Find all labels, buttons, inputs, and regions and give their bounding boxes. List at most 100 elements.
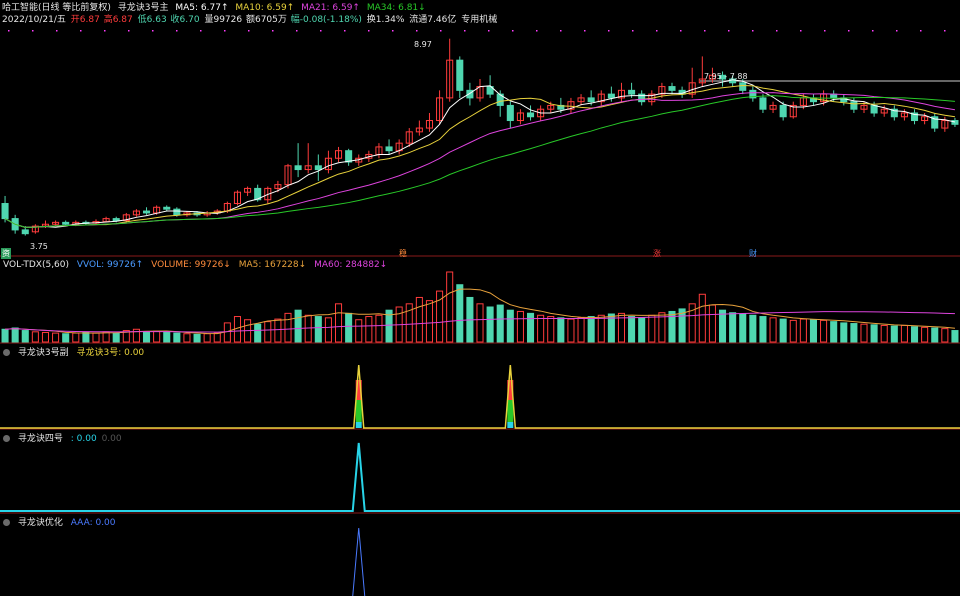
volume-bar [648, 314, 656, 343]
volume-ma60-value: MA60: 284882↓ [314, 260, 388, 270]
volume-bar [749, 314, 757, 343]
top-dot [272, 30, 274, 32]
top-dot [728, 30, 730, 32]
top-dot [248, 30, 250, 32]
volume-bar [193, 333, 201, 343]
panel5-value: AAA: 0.00 [70, 518, 116, 528]
top-dot [416, 30, 418, 32]
top-dot [560, 30, 562, 32]
candle-body [739, 82, 747, 91]
top-dot [392, 30, 394, 32]
volume-bar [860, 323, 868, 343]
volume-bar [355, 319, 363, 343]
top-dot [440, 30, 442, 32]
marker-3: 涨 [653, 249, 661, 258]
volume-bar [577, 317, 585, 343]
candle-body [607, 93, 615, 99]
signal3-line [0, 364, 960, 429]
volume-bar [900, 324, 908, 343]
volume-bar [830, 321, 838, 343]
marker-4: 财 [749, 249, 757, 258]
top-dot [608, 30, 610, 32]
volume-bar [345, 312, 353, 343]
candle-body [628, 89, 636, 95]
volume-bar [415, 296, 423, 343]
candle-body [112, 218, 120, 221]
panel3-title: 寻龙诀3号副 寻龙诀3号: 0.00 [3, 345, 149, 358]
volume-bar [334, 303, 343, 343]
volume-bar [809, 319, 818, 343]
panel5-title: 寻龙诀优化 AAA: 0.00 [3, 515, 121, 528]
volume-bar [820, 319, 828, 343]
top-dot [632, 30, 634, 32]
panel5-dot-icon[interactable] [3, 519, 10, 526]
top-dot [56, 30, 58, 32]
candle-body [587, 97, 595, 103]
signal3-bar-green [507, 400, 514, 422]
panel4-name[interactable]: 寻龙诀四号 [18, 434, 63, 444]
top-dot [488, 30, 490, 32]
marker-2: 稳 [399, 249, 407, 258]
signal3-panel [0, 364, 960, 429]
volume-bar [112, 332, 120, 343]
volume-bar [294, 309, 302, 343]
volume-bar [729, 312, 737, 343]
candle-body [850, 101, 858, 110]
candle-body [506, 104, 514, 122]
volume-panel-name[interactable]: VOL-TDX(5,60) [3, 260, 69, 270]
ma21-line [4, 92, 956, 228]
panel4-dot-icon[interactable] [3, 435, 10, 442]
volume-bar [910, 326, 919, 343]
top-dot [656, 30, 658, 32]
top-dot [368, 30, 370, 32]
top-dot [344, 30, 346, 32]
open-value: 开6.87 [70, 15, 100, 25]
volume-bar [314, 316, 322, 343]
volume-bar [52, 332, 60, 343]
top-dot [872, 30, 874, 32]
volume-bar [941, 328, 949, 343]
indicator-name[interactable]: 寻龙诀3号主 [118, 3, 169, 13]
volume-bar [92, 332, 100, 343]
volume-bar [921, 326, 929, 343]
volume-bar [537, 314, 545, 343]
ma10-value: MA10: 6.59↑ [235, 3, 295, 13]
top-dot [824, 30, 826, 32]
stock-name[interactable]: 哈工智能(日线 等比前复权) [2, 3, 111, 13]
volume-bar [31, 331, 39, 343]
volume-bar [628, 316, 636, 343]
volume-bar [799, 318, 807, 343]
panel3-value: 寻龙诀3号: 0.00 [76, 348, 145, 358]
volume-bar [304, 314, 312, 343]
volume-bar [850, 323, 858, 343]
candle-body [779, 104, 787, 118]
panel3-name[interactable]: 寻龙诀3号副 [18, 348, 69, 358]
close-value: 收6.70 [170, 15, 200, 25]
high-value: 高6.87 [103, 15, 133, 25]
date-value: 2022/10/21/五 [2, 15, 66, 25]
volume-panel-title: VOL-TDX(5,60) VVOL: 99726↑ VOLUME: 99726… [3, 260, 392, 270]
price-candles [1, 38, 959, 236]
panel5-name[interactable]: 寻龙诀优化 [18, 518, 63, 528]
top-dot [680, 30, 682, 32]
top-dot [296, 30, 298, 32]
volume-bar [779, 318, 787, 343]
volume-bar [476, 303, 484, 343]
range-label: 7.95 - 7.88 [704, 72, 748, 81]
top-dot [752, 30, 754, 32]
ma34-line [4, 95, 955, 228]
volume-bar [173, 332, 181, 343]
volume-bar [789, 319, 797, 343]
volume-bar [375, 314, 383, 343]
candle-body [314, 165, 322, 171]
top-dot [704, 30, 706, 32]
candle-body [142, 210, 151, 214]
volume-bar [567, 318, 575, 343]
top-dot [80, 30, 82, 32]
volume-bar [557, 317, 565, 343]
volume-ma5-value: MA5: 167228↓ [238, 260, 307, 270]
top-dot [464, 30, 466, 32]
panel3-dot-icon[interactable] [3, 349, 10, 356]
ma21-value: MA21: 6.59↑ [301, 3, 360, 13]
volume-bar [870, 324, 878, 343]
